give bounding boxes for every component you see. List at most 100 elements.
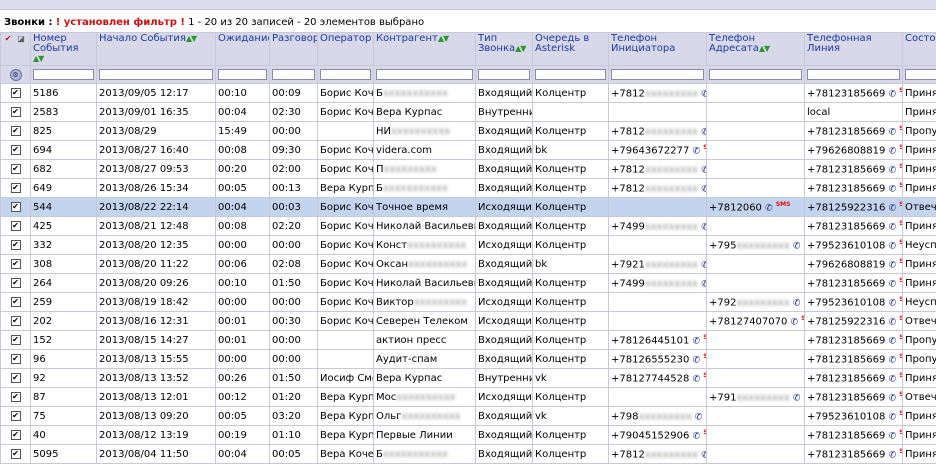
call-phone-icon[interactable]: ✆	[889, 261, 897, 271]
filter-settings-cell[interactable]: ⚙	[1, 66, 31, 84]
event-number-cell[interactable]: 40	[31, 426, 97, 445]
table-row[interactable]: ✔6492013/08/26 15:3400:0500:13Вера Курпа…	[1, 179, 936, 198]
call-phone-icon[interactable]: ✆	[695, 413, 703, 423]
table-row[interactable]: ✔8252013/08/2915:4900:00НИxxxxxxxxxxВход…	[1, 122, 936, 141]
sort-arrows-icon[interactable]: ▲▼	[515, 44, 525, 53]
row-select-cell[interactable]: ✔	[1, 84, 31, 103]
call-phone-icon[interactable]: ✆	[693, 375, 701, 385]
event-number-cell[interactable]: 202	[31, 312, 97, 331]
row-select-cell[interactable]: ✔	[1, 331, 31, 350]
filter-input-destination-phone[interactable]	[709, 69, 802, 80]
event-number-cell[interactable]: 308	[31, 255, 97, 274]
table-row[interactable]: ✔2592013/08/19 18:4200:0000:00Борис Коче…	[1, 293, 936, 312]
call-phone-icon[interactable]: ✆	[693, 147, 701, 157]
row-checkbox[interactable]: ✔	[11, 430, 21, 440]
table-row[interactable]: ✔2022013/08/16 12:3100:0100:30Борис Коче…	[1, 312, 936, 331]
filter-input-state[interactable]	[905, 69, 936, 80]
call-phone-icon[interactable]: ✆	[701, 166, 706, 176]
row-checkbox[interactable]: ✔	[11, 240, 21, 250]
row-select-cell[interactable]: ✔	[1, 445, 31, 464]
table-row[interactable]: ✔50952013/08/04 11:5000:0400:05Вера Коче…	[1, 445, 936, 464]
row-checkbox[interactable]: ✔	[11, 126, 21, 136]
table-row[interactable]: ✔752013/08/13 09:2000:0503:20Вера Курпас…	[1, 407, 936, 426]
row-checkbox[interactable]: ✔	[11, 259, 21, 269]
call-phone-icon[interactable]: ✆	[889, 223, 897, 233]
sort-arrows-icon[interactable]: ▲▼	[186, 34, 196, 43]
event-number-cell[interactable]: 332	[31, 236, 97, 255]
row-checkbox[interactable]: ✔	[11, 373, 21, 383]
event-number-cell[interactable]: 649	[31, 179, 97, 198]
call-phone-icon[interactable]: ✆	[693, 356, 701, 366]
row-select-cell[interactable]: ✔	[1, 236, 31, 255]
event-number-cell[interactable]: 264	[31, 274, 97, 293]
call-phone-icon[interactable]: ✆	[701, 185, 706, 195]
call-phone-icon[interactable]: ✆	[889, 90, 897, 100]
row-select-cell[interactable]: ✔	[1, 103, 31, 122]
call-phone-icon[interactable]: ✆	[889, 337, 897, 347]
row-checkbox[interactable]: ✔	[11, 278, 21, 288]
row-checkbox[interactable]: ✔	[11, 145, 21, 155]
call-phone-icon[interactable]: ✆	[701, 261, 706, 271]
row-checkbox[interactable]: ✔	[11, 221, 21, 231]
filter-gear-icon[interactable]: ⚙	[10, 69, 22, 81]
event-number-cell[interactable]: 96	[31, 350, 97, 369]
event-number-cell[interactable]: 682	[31, 160, 97, 179]
call-phone-icon[interactable]: ✆	[889, 432, 897, 442]
row-checkbox[interactable]: ✔	[11, 392, 21, 402]
event-number-cell[interactable]: 259	[31, 293, 97, 312]
row-select-cell[interactable]: ✔	[1, 255, 31, 274]
filter-input-start[interactable]	[99, 69, 213, 80]
event-number-cell[interactable]: 92	[31, 369, 97, 388]
col-header-call-type[interactable]: Тип Звонка▲▼	[476, 33, 533, 66]
col-header-destination-phone[interactable]: Телефон Адресата▲▼	[707, 33, 805, 66]
call-phone-icon[interactable]: ✆	[693, 432, 701, 442]
col-header-start[interactable]: Начало События▲▼	[97, 33, 216, 66]
sort-arrows-icon[interactable]: ▲▼	[33, 54, 43, 63]
call-phone-icon[interactable]: ✆	[889, 280, 897, 290]
deselect-all-icon[interactable]: ◪	[16, 34, 26, 44]
call-phone-icon[interactable]: ✆	[889, 413, 897, 423]
call-phone-icon[interactable]: ✆	[701, 128, 706, 138]
col-header-operator[interactable]: Оператор	[318, 33, 374, 66]
col-header-talk[interactable]: Разговор	[270, 33, 318, 66]
call-phone-icon[interactable]: ✆	[701, 223, 706, 233]
row-checkbox[interactable]: ✔	[11, 183, 21, 193]
call-phone-icon[interactable]: ✆	[889, 394, 897, 404]
row-select-cell[interactable]: ✔	[1, 293, 31, 312]
row-checkbox[interactable]: ✔	[11, 164, 21, 174]
table-row[interactable]: ✔2642013/08/20 09:2600:1001:50Борис Коче…	[1, 274, 936, 293]
event-number-cell[interactable]: 694	[31, 141, 97, 160]
event-number-cell[interactable]: 152	[31, 331, 97, 350]
sort-arrows-icon[interactable]: ▲▼	[438, 34, 448, 43]
event-number-cell[interactable]: 425	[31, 217, 97, 236]
row-select-cell[interactable]: ✔	[1, 141, 31, 160]
table-row[interactable]: ✔872013/08/13 12:0100:1201:20Вера Курпас…	[1, 388, 936, 407]
row-select-cell[interactable]: ✔	[1, 388, 31, 407]
filter-input-event-number[interactable]	[33, 69, 94, 80]
call-phone-icon[interactable]: ✆	[793, 299, 801, 309]
row-select-cell[interactable]: ✔	[1, 426, 31, 445]
call-phone-icon[interactable]: ✆	[701, 280, 706, 290]
filter-input-operator[interactable]	[320, 69, 371, 80]
table-row[interactable]: ✔25832013/09/01 16:3500:0402:30Борис Коч…	[1, 103, 936, 122]
row-select-cell[interactable]: ✔	[1, 217, 31, 236]
send-sms-icon[interactable]: SMS	[776, 201, 791, 208]
call-phone-icon[interactable]: ✆	[889, 356, 897, 366]
row-checkbox[interactable]: ✔	[11, 335, 21, 345]
filter-input-queue[interactable]	[535, 69, 606, 80]
event-number-cell[interactable]: 2583	[31, 103, 97, 122]
event-number-cell[interactable]: 75	[31, 407, 97, 426]
col-header-state[interactable]: Состояние▲▼	[903, 33, 936, 66]
select-all-header[interactable]: ✔ ◪	[1, 33, 31, 66]
table-row[interactable]: ✔402013/08/12 13:1900:1901:10Вера Курпас…	[1, 426, 936, 445]
event-number-cell[interactable]: 5186	[31, 84, 97, 103]
filter-input-wait[interactable]	[218, 69, 267, 80]
call-phone-icon[interactable]: ✆	[889, 204, 897, 214]
col-header-counterparty[interactable]: Контрагент▲▼	[374, 33, 476, 66]
table-row[interactable]: ✔51862013/09/05 12:1700:1000:09Борис Коч…	[1, 84, 936, 103]
row-select-cell[interactable]: ✔	[1, 350, 31, 369]
call-phone-icon[interactable]: ✆	[791, 318, 799, 328]
call-phone-icon[interactable]: ✆	[889, 128, 897, 138]
table-row[interactable]: ✔962013/08/13 15:5500:0000:00Аудит-спамВ…	[1, 350, 936, 369]
table-row[interactable]: ✔5442013/08/22 22:1400:0400:03Борис Коче…	[1, 198, 936, 217]
